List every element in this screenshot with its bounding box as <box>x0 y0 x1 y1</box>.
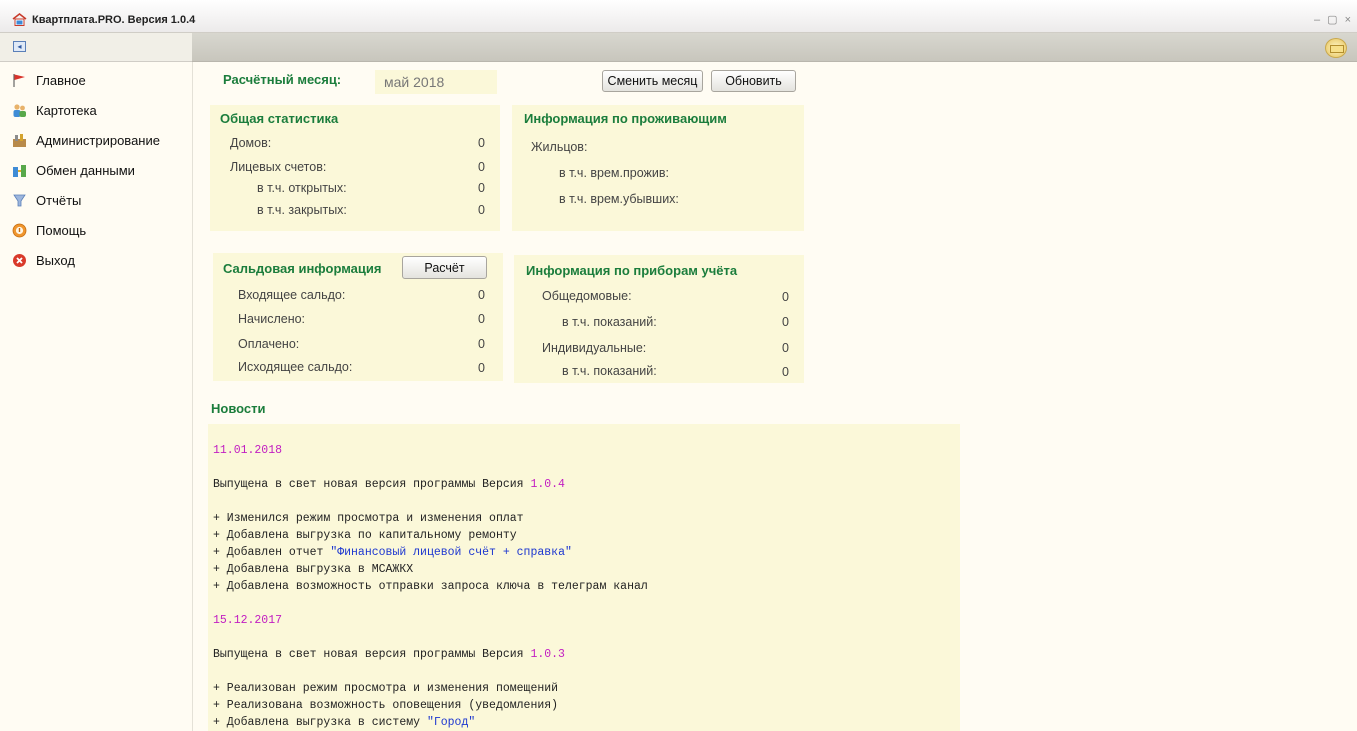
meters-label-building-readings: в т.ч. показаний: <box>562 315 657 329</box>
balance-value-incoming: 0 <box>478 288 485 302</box>
stat-value-open: 0 <box>478 181 485 195</box>
sidebar-item-main[interactable]: Главное <box>12 71 187 91</box>
news-date: 11.01.2018 <box>213 444 283 457</box>
meters-value-individual-readings: 0 <box>782 365 789 379</box>
exit-icon <box>13 254 26 267</box>
news-item: + Изменился режим просмотра и изменения … <box>213 512 524 525</box>
news-release-line: Выпущена в свет новая версия программы В… <box>213 478 565 491</box>
balance-value-paid: 0 <box>478 337 485 351</box>
news-item-text: + Добавлена выгрузка в систему <box>213 716 427 729</box>
news-item: + Реализована возможность оповещения (ув… <box>213 699 559 712</box>
general-stats-title: Общая статистика <box>220 111 339 126</box>
residents-title: Информация по проживающим <box>524 111 727 126</box>
sidebar-item-reports[interactable]: Отчёты <box>12 191 187 211</box>
meters-title: Информация по приборам учёта <box>526 263 738 278</box>
meters-label-individual-readings: в т.ч. показаний: <box>562 364 657 378</box>
meters-value-individual: 0 <box>782 341 789 355</box>
residents-label-total: Жильцов: <box>531 140 588 154</box>
balance-value-charged: 0 <box>478 312 485 326</box>
stat-label-closed: в т.ч. закрытых: <box>257 203 347 217</box>
news-item: + Добавлена выгрузка по капитальному рем… <box>213 529 517 542</box>
sidebar-item-exit[interactable]: Выход <box>12 251 187 271</box>
news-item-quoted: "Финансовый лицевой счёт + справка" <box>330 546 572 559</box>
refresh-button[interactable]: Обновить <box>711 70 796 92</box>
news-item: + Добавлена выгрузка в систему "Город" <box>213 716 475 729</box>
sidebar-header: ◂ <box>0 33 192 62</box>
window-titlebar: Квартплата.PRO. Версия 1.0.4 – ▢ × <box>0 0 1357 33</box>
people-icon <box>13 104 26 117</box>
sidebar-item-card-index[interactable]: Картотека <box>12 101 187 121</box>
balance-label-outgoing: Исходящее сальдо: <box>238 360 353 374</box>
news-item-quoted: "Город" <box>426 716 476 729</box>
balance-label-incoming: Входящее сальдо: <box>238 288 346 302</box>
data-exchange-icon <box>13 165 26 177</box>
residents-panel: Информация по проживающим Жильцов: в т.ч… <box>512 105 804 231</box>
news-release-text: Выпущена в свет новая версия программы В… <box>213 478 531 491</box>
general-stats-panel: Общая статистика Домов: 0 Лицевых счетов… <box>210 105 500 231</box>
window-controls[interactable]: – ▢ × <box>1314 13 1353 26</box>
sidebar-item-administration[interactable]: Администрирование <box>12 131 187 151</box>
top-toolbar <box>192 33 1357 62</box>
news-item: + Добавлена выгрузка в МСАЖКХ <box>213 563 414 576</box>
change-month-button[interactable]: Сменить месяц <box>602 70 703 92</box>
red-flag-icon <box>13 74 25 87</box>
stat-value-closed: 0 <box>478 203 485 217</box>
sidebar-collapse-icon[interactable]: ◂ <box>13 41 26 52</box>
news-version: 1.0.3 <box>530 648 565 661</box>
stat-label-houses: Домов: <box>230 136 272 150</box>
sidebar-item-label: Администрирование <box>36 133 160 148</box>
news-item-text: + Добавлен отчет <box>213 546 331 559</box>
sidebar-item-label: Главное <box>36 73 86 88</box>
balance-panel: Сальдовая информация Расчёт Входящее сал… <box>213 253 503 381</box>
news-panel: 11.01.2018 Выпущена в свет новая версия … <box>208 424 960 731</box>
window-title: Квартплата.PRO. Версия 1.0.4 <box>32 14 196 26</box>
residents-label-temp-left: в т.ч. врем.убывших: <box>559 192 679 206</box>
sidebar-item-data-exchange[interactable]: Обмен данными <box>12 161 187 181</box>
news-title: Новости <box>211 401 266 416</box>
billing-month-label: Расчётный месяц: <box>223 72 342 87</box>
news-release-line: Выпущена в свет новая версия программы В… <box>213 648 565 661</box>
sidebar-item-label: Помощь <box>36 223 87 238</box>
sidebar: Главное Картотека Администрирование Обме… <box>0 62 193 731</box>
balance-title: Сальдовая информация <box>223 261 382 276</box>
sidebar-item-label: Обмен данными <box>36 163 135 178</box>
sidebar-item-label: Отчёты <box>36 193 82 208</box>
stat-value-houses: 0 <box>478 136 485 150</box>
meters-value-building: 0 <box>782 290 789 304</box>
news-date: 15.12.2017 <box>213 614 283 627</box>
help-icon <box>12 223 27 238</box>
news-item: + Добавлена возможность отправки запроса… <box>213 580 648 593</box>
mail-icon[interactable] <box>1325 38 1347 58</box>
stat-label-accounts: Лицевых счетов: <box>230 160 327 174</box>
reports-icon <box>13 194 26 207</box>
news-item: + Реализован режим просмотра и изменения… <box>213 682 559 695</box>
billing-month-field[interactable]: май 2018 <box>375 70 497 94</box>
sidebar-item-help[interactable]: Помощь <box>12 221 187 241</box>
admin-tools-icon <box>13 134 26 147</box>
calc-button[interactable]: Расчёт <box>402 256 487 279</box>
news-item: + Добавлен отчет "Финансовый лицевой счё… <box>213 546 572 559</box>
meters-label-building: Общедомовые: <box>542 289 632 303</box>
app-house-icon <box>12 13 27 26</box>
sidebar-item-label: Выход <box>36 253 75 268</box>
sidebar-item-label: Картотека <box>36 103 97 118</box>
meters-label-individual: Индивидуальные: <box>542 341 647 355</box>
billing-month-value: май 2018 <box>384 74 445 90</box>
stat-value-accounts: 0 <box>478 160 485 174</box>
meters-panel: Информация по приборам учёта Общедомовые… <box>514 255 804 383</box>
balance-value-outgoing: 0 <box>478 361 485 375</box>
stat-label-open: в т.ч. открытых: <box>257 181 347 195</box>
meters-value-building-readings: 0 <box>782 315 789 329</box>
residents-label-temp-living: в т.ч. врем.прожив: <box>559 166 669 180</box>
balance-label-paid: Оплачено: <box>238 337 300 351</box>
news-version: 1.0.4 <box>530 478 565 491</box>
news-release-text: Выпущена в свет новая версия программы В… <box>213 648 531 661</box>
balance-label-charged: Начислено: <box>238 312 306 326</box>
